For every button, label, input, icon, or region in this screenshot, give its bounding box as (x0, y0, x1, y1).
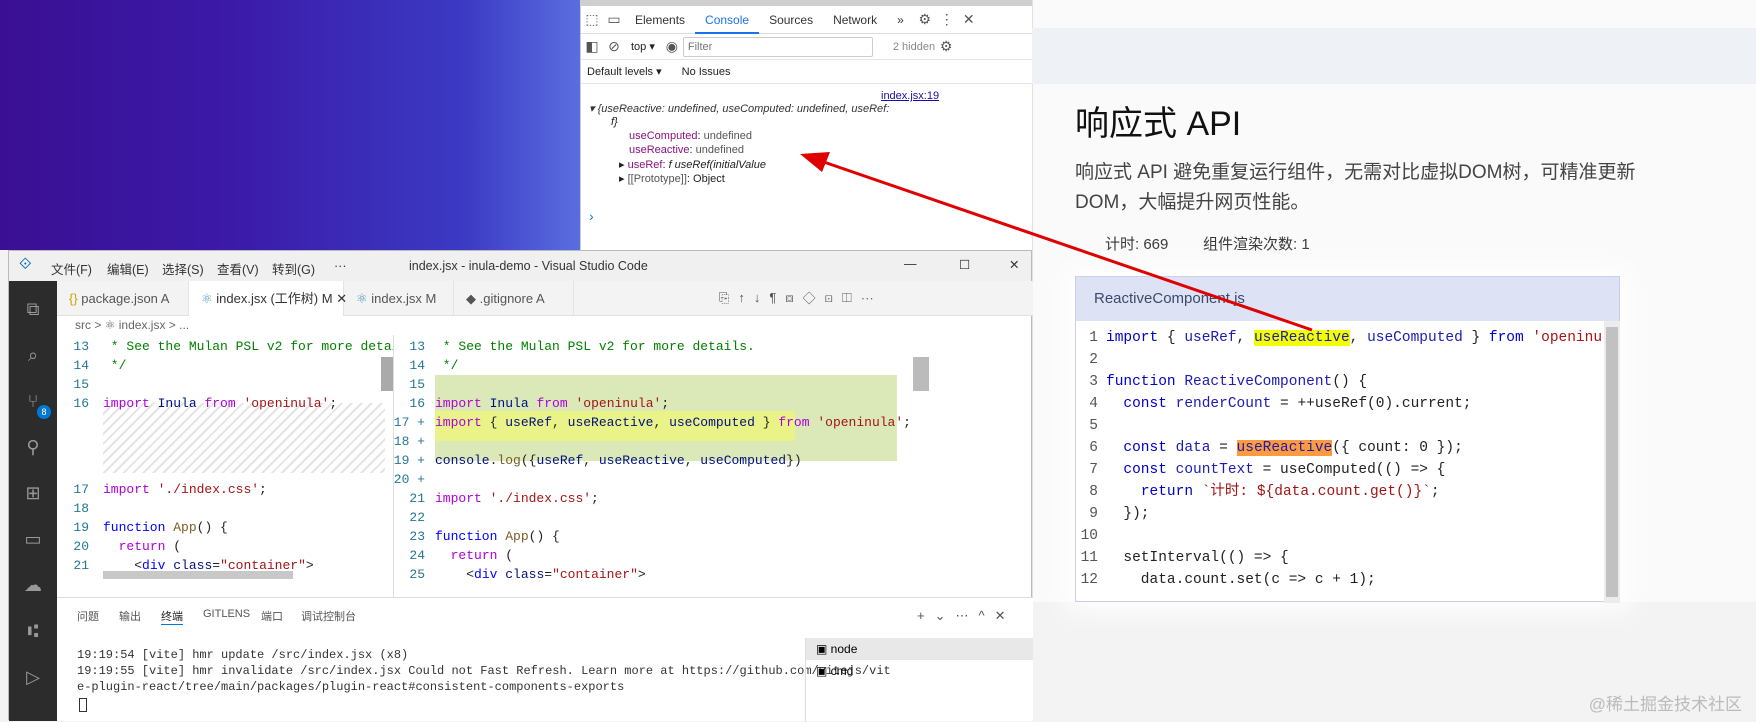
arrow-line (817, 158, 1313, 332)
arrow-head (800, 152, 830, 172)
watermark: @稀土掘金技术社区 (1588, 695, 1742, 714)
annotation-arrow (800, 152, 1313, 332)
